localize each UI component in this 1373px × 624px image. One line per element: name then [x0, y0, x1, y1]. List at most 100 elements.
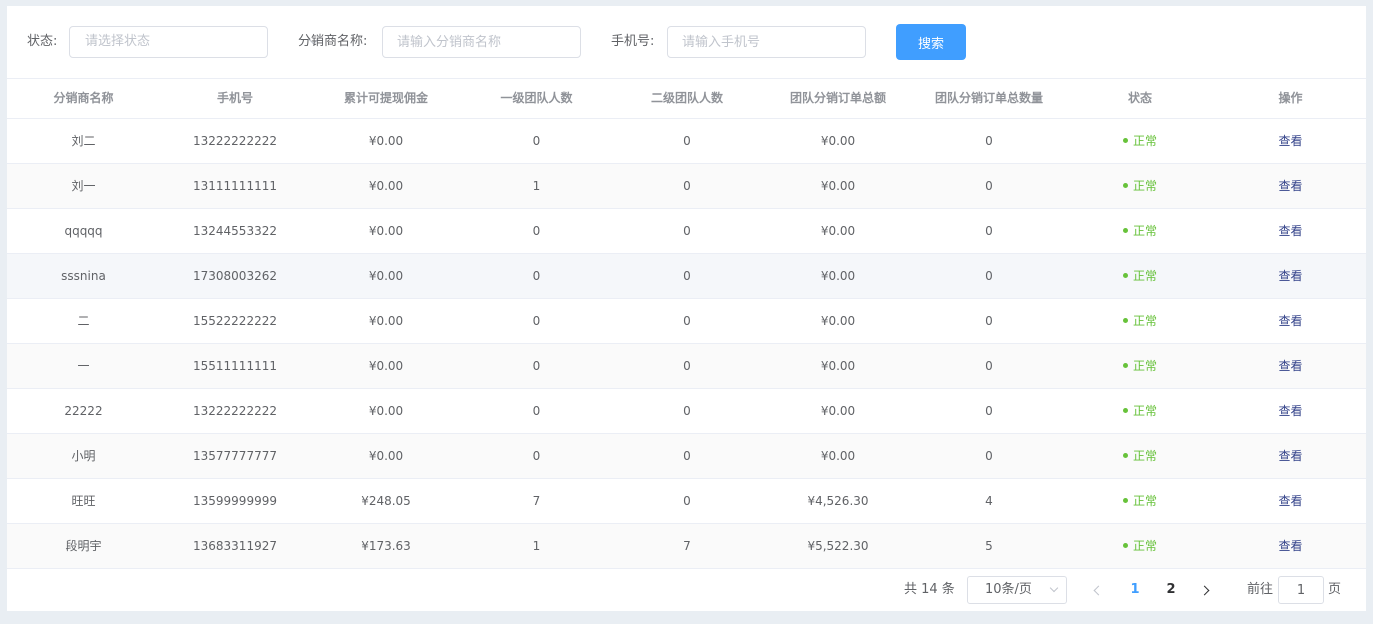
column-header-commission: 累计可提现佣金 — [343, 91, 428, 105]
cell-level2: 0 — [683, 359, 691, 373]
status-badge: 正常 — [1065, 209, 1215, 253]
cell-order-count: 0 — [985, 404, 993, 418]
table-row: 段明宇 13683311927 ¥173.63 1 7 ¥5,522.30 5 … — [7, 524, 1366, 569]
cell-order-total: ¥4,526.30 — [807, 494, 869, 508]
status-dot-icon — [1122, 363, 1128, 368]
view-link[interactable]: 查看 — [1278, 314, 1302, 328]
table-header: 分销商名称 手机号 累计可提现佣金 一级团队人数 二级团队人数 团队分销订单总额… — [7, 78, 1366, 119]
status-text: 正常 — [1132, 359, 1157, 373]
status-text: 正常 — [1132, 494, 1157, 508]
status-text: 正常 — [1132, 134, 1157, 148]
goto-page-input[interactable] — [1278, 576, 1324, 604]
view-link[interactable]: 查看 — [1278, 269, 1302, 283]
status-dot-icon — [1122, 183, 1128, 188]
cell-level1: 0 — [532, 314, 541, 328]
prev-page-button[interactable] — [1087, 576, 1107, 604]
cell-order-count: 4 — [985, 494, 993, 508]
cell-level1: 0 — [532, 404, 541, 418]
cell-action: 查看 — [1215, 434, 1366, 478]
goto-suffix: 页 — [1328, 582, 1342, 597]
cell-level1: 0 — [532, 224, 541, 238]
view-link[interactable]: 查看 — [1278, 134, 1302, 148]
pagination: 共 14 条 10条/页 1 2 前往 页 — [7, 569, 1366, 611]
cell-order-count: 0 — [985, 314, 993, 328]
view-link[interactable]: 查看 — [1278, 449, 1302, 463]
table-row: qqqqq 13244553322 ¥0.00 0 0 ¥0.00 0 正常 查… — [7, 209, 1366, 254]
cell-name: 小明 — [71, 449, 96, 463]
cell-name: 段明宇 — [65, 539, 102, 553]
cell-commission: ¥0.00 — [368, 359, 404, 373]
cell-level2: 0 — [683, 179, 691, 193]
filter-bar: 状态: 请选择状态 分销商名称: 手机号: 搜索 — [7, 6, 1366, 78]
cell-level1: 0 — [532, 359, 541, 373]
page-number-2[interactable]: 2 — [1161, 576, 1181, 604]
cell-phone: 13599999999 — [193, 494, 277, 508]
status-badge: 正常 — [1065, 299, 1215, 343]
phone-input[interactable] — [667, 26, 866, 58]
name-filter-label: 分销商名称: — [298, 34, 368, 49]
goto-label: 前往 — [1247, 582, 1274, 597]
view-link[interactable]: 查看 — [1278, 224, 1302, 238]
status-dot-icon — [1122, 228, 1128, 233]
cell-level1: 0 — [532, 269, 541, 283]
cell-order-total: ¥0.00 — [820, 314, 856, 328]
cell-action: 查看 — [1215, 479, 1366, 523]
cell-action: 查看 — [1215, 299, 1366, 343]
status-text: 正常 — [1132, 224, 1157, 238]
status-text: 正常 — [1132, 269, 1157, 283]
page-size-select[interactable]: 10条/页 — [967, 576, 1067, 604]
content-panel: 状态: 请选择状态 分销商名称: 手机号: 搜索 分销商名称 手机号 累计可提现… — [7, 6, 1366, 611]
page-number-1[interactable]: 1 — [1125, 576, 1145, 604]
cell-level1: 0 — [532, 134, 541, 148]
status-dot-icon — [1122, 273, 1128, 278]
status-text: 正常 — [1132, 539, 1157, 553]
column-header-level1: 一级团队人数 — [500, 91, 573, 105]
cell-phone: 13577777777 — [193, 449, 277, 463]
view-link[interactable]: 查看 — [1278, 404, 1302, 418]
table-row: 22222 13222222222 ¥0.00 0 0 ¥0.00 0 正常 查… — [7, 389, 1366, 434]
view-link[interactable]: 查看 — [1278, 179, 1302, 193]
column-header-name: 分销商名称 — [53, 91, 114, 105]
table-row: sssnina 17308003262 ¥0.00 0 0 ¥0.00 0 正常… — [7, 254, 1366, 299]
cell-level2: 0 — [683, 224, 691, 238]
cell-level1: 7 — [532, 494, 541, 508]
status-badge: 正常 — [1065, 119, 1215, 163]
view-link[interactable]: 查看 — [1278, 494, 1302, 508]
status-select[interactable]: 请选择状态 — [69, 26, 319, 58]
column-header-action: 操作 — [1278, 91, 1303, 105]
cell-level2: 0 — [683, 314, 691, 328]
cell-order-total: ¥0.00 — [820, 269, 856, 283]
cell-phone: 13244553322 — [193, 224, 277, 238]
cell-order-total: ¥0.00 — [820, 179, 856, 193]
page-size-value: 10条/页 — [985, 582, 1032, 597]
cell-level1: 1 — [532, 179, 541, 193]
cell-order-total: ¥0.00 — [820, 404, 856, 418]
next-page-button[interactable] — [1197, 576, 1217, 604]
cell-phone: 15522222222 — [193, 314, 277, 328]
cell-level2: 0 — [683, 449, 691, 463]
cell-commission: ¥248.05 — [361, 494, 411, 508]
status-dot-icon — [1122, 408, 1128, 413]
status-text: 正常 — [1132, 404, 1157, 418]
cell-phone: 13683311927 — [193, 539, 277, 553]
status-dot-icon — [1122, 138, 1128, 143]
total-count: 共 14 条 — [904, 582, 955, 597]
cell-order-total: ¥5,522.30 — [807, 539, 869, 553]
cell-name: 刘二 — [71, 134, 96, 148]
cell-phone: 15511111111 — [193, 359, 277, 373]
table-row: 二 15522222222 ¥0.00 0 0 ¥0.00 0 正常 查看 — [7, 299, 1366, 344]
view-link[interactable]: 查看 — [1278, 359, 1302, 373]
cell-commission: ¥0.00 — [368, 179, 404, 193]
cell-name: sssnina — [61, 269, 106, 283]
name-input[interactable] — [382, 26, 581, 58]
cell-level1: 1 — [532, 539, 541, 553]
status-badge: 正常 — [1065, 254, 1215, 298]
cell-phone: 13111111111 — [193, 179, 277, 193]
cell-order-count: 0 — [985, 179, 993, 193]
status-badge: 正常 — [1065, 434, 1215, 478]
search-button[interactable]: 搜索 — [896, 24, 966, 60]
status-dot-icon — [1122, 498, 1128, 503]
column-header-status: 状态 — [1127, 91, 1152, 105]
view-link[interactable]: 查看 — [1278, 539, 1302, 553]
column-header-order-total: 团队分销订单总额 — [789, 91, 886, 105]
